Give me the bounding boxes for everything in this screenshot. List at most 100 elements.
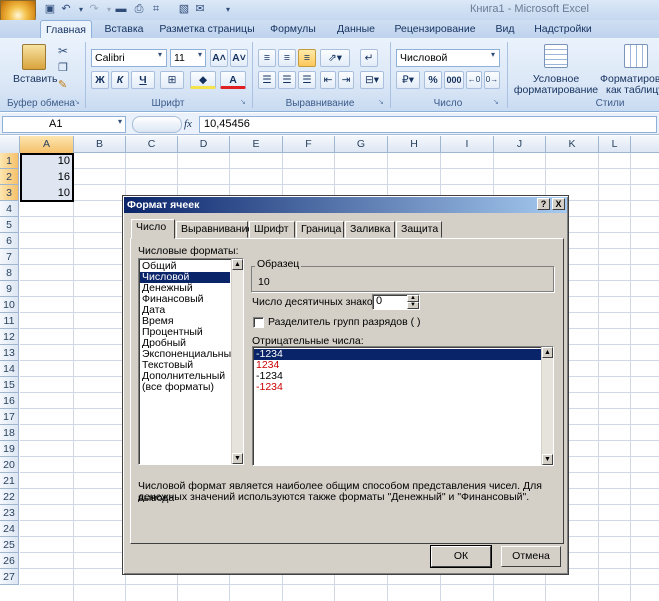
close-button[interactable]: X bbox=[552, 198, 565, 210]
customize-qat-icon[interactable]: ▾ bbox=[220, 2, 236, 17]
column-header[interactable]: E bbox=[230, 136, 283, 153]
thousands-button[interactable]: 000 bbox=[444, 71, 464, 89]
column-header[interactable]: G bbox=[335, 136, 388, 153]
row-header[interactable]: 17 bbox=[0, 409, 19, 425]
minus-icon[interactable]: ▬ bbox=[113, 2, 129, 17]
format-list-item[interactable]: (все форматы) bbox=[140, 382, 230, 393]
undo-icon[interactable]: ↶ bbox=[58, 2, 74, 17]
negatives-scrollbar[interactable] bbox=[541, 347, 553, 465]
tab-font[interactable]: Шрифт bbox=[249, 221, 295, 238]
row-header[interactable]: 18 bbox=[0, 425, 19, 441]
row-header[interactable]: 22 bbox=[0, 489, 19, 505]
separator-checkbox[interactable] bbox=[253, 317, 264, 328]
row-header[interactable]: 1 bbox=[0, 153, 19, 169]
orientation-icon[interactable]: ⇗▾ bbox=[320, 49, 350, 67]
tab-fill[interactable]: Заливка bbox=[345, 221, 395, 238]
tab-view[interactable]: Вид bbox=[488, 20, 522, 38]
chevron-down-icon[interactable]: ▾ bbox=[118, 117, 126, 126]
dialog-launcher-icon[interactable]: ↘ bbox=[74, 99, 82, 107]
spin-down-icon[interactable]: ▼ bbox=[407, 302, 419, 309]
row-header[interactable]: 20 bbox=[0, 457, 19, 473]
shrink-font-button[interactable]: A˅ bbox=[230, 49, 248, 67]
cell-a1[interactable]: 10 bbox=[20, 153, 73, 169]
preview-icon[interactable]: ⌗ bbox=[148, 2, 164, 17]
paste-label[interactable]: Вставить bbox=[13, 73, 58, 85]
dialog-launcher-icon[interactable]: ↘ bbox=[493, 99, 501, 107]
row-header[interactable]: 25 bbox=[0, 537, 19, 553]
image-icon[interactable]: ▧ bbox=[176, 2, 192, 17]
decrease-decimal-icon[interactable]: 0→ bbox=[484, 71, 500, 89]
spin-up-icon[interactable]: ▲ bbox=[407, 295, 419, 302]
row-header[interactable]: 15 bbox=[0, 377, 19, 393]
row-header[interactable]: 10 bbox=[0, 297, 19, 313]
cancel-button[interactable]: Отмена bbox=[501, 546, 561, 567]
column-header[interactable]: B bbox=[74, 136, 126, 153]
print-icon[interactable]: ⎙ bbox=[131, 2, 147, 17]
cell-a2[interactable]: 16 bbox=[20, 169, 73, 185]
font-name-combo[interactable]: Calibri bbox=[91, 49, 167, 67]
chevron-down-icon[interactable]: ▾ bbox=[198, 50, 206, 59]
align-left-icon[interactable]: ☰ bbox=[258, 71, 276, 89]
tab-insert[interactable]: Вставка bbox=[95, 20, 153, 38]
row-header[interactable]: 5 bbox=[0, 217, 19, 233]
column-header[interactable]: H bbox=[388, 136, 441, 153]
scroll-up-icon[interactable]: ▲ bbox=[542, 347, 553, 358]
fill-color-icon[interactable]: ◆ bbox=[190, 71, 216, 89]
tab-alignment[interactable]: Выравнивание bbox=[176, 221, 253, 238]
currency-icon[interactable]: ₽▾ bbox=[396, 71, 420, 89]
conditional-format-label-2[interactable]: форматирование bbox=[512, 84, 600, 96]
scroll-down-icon[interactable]: ▼ bbox=[232, 453, 243, 464]
format-as-table-icon[interactable] bbox=[624, 44, 648, 68]
redo-icon[interactable]: ↷ bbox=[86, 2, 102, 17]
row-header[interactable]: 27 bbox=[0, 569, 19, 585]
row-header[interactable]: 7 bbox=[0, 249, 19, 265]
row-header[interactable]: 23 bbox=[0, 505, 19, 521]
row-header[interactable]: 3 bbox=[0, 185, 19, 201]
copy-icon[interactable]: ❐ bbox=[58, 61, 72, 75]
row-header[interactable]: 2 bbox=[0, 169, 19, 185]
dialog-launcher-icon[interactable]: ↘ bbox=[240, 99, 248, 107]
row-header[interactable]: 11 bbox=[0, 313, 19, 329]
decrease-indent-icon[interactable]: ⇤ bbox=[320, 71, 336, 89]
wrap-text-icon[interactable]: ↵ bbox=[360, 49, 378, 67]
column-header[interactable]: C bbox=[126, 136, 178, 153]
number-format-combo[interactable]: Числовой bbox=[396, 49, 500, 67]
column-header[interactable]: L bbox=[599, 136, 631, 153]
dialog-launcher-icon[interactable]: ↘ bbox=[378, 99, 386, 107]
formula-input[interactable]: 10,45456 bbox=[199, 116, 657, 133]
save-icon[interactable]: ▣ bbox=[42, 2, 58, 17]
row-header[interactable]: 24 bbox=[0, 521, 19, 537]
row-header[interactable]: 21 bbox=[0, 473, 19, 489]
tab-number[interactable]: Число bbox=[131, 219, 175, 239]
row-header[interactable]: 14 bbox=[0, 361, 19, 377]
borders-icon[interactable]: ⊞ bbox=[160, 71, 184, 89]
row-header[interactable]: 16 bbox=[0, 393, 19, 409]
formula-bar-splitter[interactable] bbox=[132, 116, 182, 133]
negative-format-item[interactable]: -1234 bbox=[254, 371, 541, 382]
tab-protection[interactable]: Защита bbox=[396, 221, 442, 238]
email-icon[interactable]: ✉ bbox=[192, 2, 208, 17]
row-header[interactable]: 9 bbox=[0, 281, 19, 297]
scroll-up-icon[interactable]: ▲ bbox=[232, 259, 243, 270]
format-painter-icon[interactable]: ✎ bbox=[58, 78, 72, 92]
tab-border[interactable]: Граница bbox=[296, 221, 344, 238]
formats-scrollbar[interactable] bbox=[231, 259, 243, 464]
chevron-down-icon[interactable]: ▾ bbox=[158, 50, 166, 59]
row-header[interactable]: 4 bbox=[0, 201, 19, 217]
column-header[interactable]: A bbox=[20, 136, 74, 153]
underline-button[interactable]: Ч bbox=[131, 71, 155, 89]
ok-button[interactable]: ОК bbox=[430, 545, 492, 568]
paste-icon[interactable] bbox=[22, 44, 46, 70]
scroll-down-icon[interactable]: ▼ bbox=[542, 454, 553, 465]
negative-format-item[interactable]: 1234 bbox=[254, 360, 541, 371]
column-header[interactable]: D bbox=[178, 136, 230, 153]
negative-numbers-list[interactable]: -1234 1234 -1234 -1234 ▲ ▼ bbox=[252, 346, 554, 466]
font-color-icon[interactable]: A bbox=[220, 71, 246, 89]
name-box[interactable]: A1 bbox=[2, 116, 126, 133]
cut-icon[interactable]: ✂ bbox=[58, 44, 72, 58]
tab-data[interactable]: Данные bbox=[330, 20, 382, 38]
row-header[interactable]: 8 bbox=[0, 265, 19, 281]
select-all-corner[interactable] bbox=[0, 136, 20, 153]
cell-a3[interactable]: 10 bbox=[20, 185, 73, 201]
align-right-icon[interactable]: ☰ bbox=[298, 71, 316, 89]
